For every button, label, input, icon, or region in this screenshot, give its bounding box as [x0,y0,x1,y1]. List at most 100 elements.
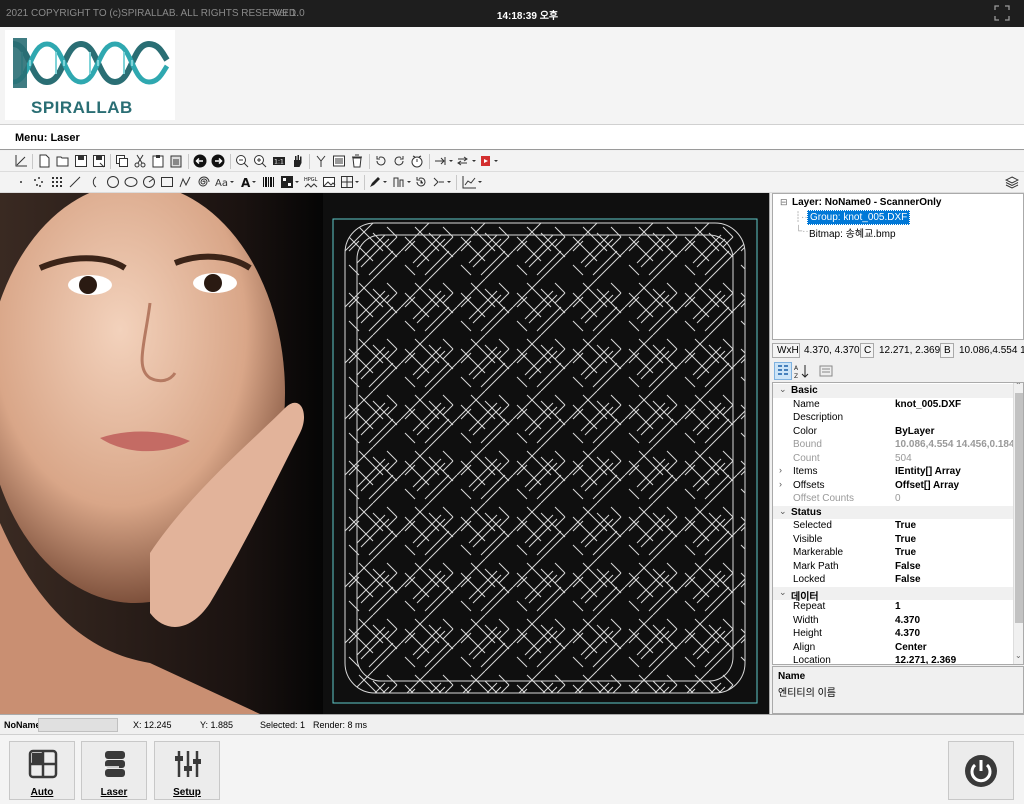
property-scrollbar[interactable]: ⌃ ⌄ [1013,383,1023,664]
scrollbar-thumb[interactable] [1015,393,1023,623]
property-row-location[interactable]: Location 12.271, 2.369 [773,654,1013,664]
auto-button[interactable]: Auto [9,741,75,800]
tree-layer-item[interactable]: Layer: NoName0 - ScannerOnly [792,197,942,208]
zoom-fit-icon[interactable]: 1:1 [272,154,286,168]
save-as-icon[interactable] [92,154,106,168]
setup-button[interactable]: Setup [154,741,220,800]
title-bar: 2021 COPYRIGHT TO (c)SPIRALLAB. ALL RIGH… [0,0,1024,27]
delete-icon[interactable] [350,154,364,168]
property-pages-icon[interactable] [818,363,834,379]
spiral-icon[interactable] [196,175,210,189]
toolbar-separator [456,175,457,190]
drawing-canvas[interactable] [0,193,769,714]
tree-split-icon[interactable] [314,154,328,168]
text-dropdown-icon[interactable]: Aa [214,175,236,189]
list-icon[interactable] [332,154,346,168]
zoom-out-icon[interactable] [235,154,249,168]
trepan-icon[interactable] [142,175,156,189]
pen-dropdown-icon[interactable] [368,175,388,189]
barcode-icon[interactable] [262,175,276,189]
hpgl-icon[interactable]: HPGL [304,175,318,189]
property-row-description[interactable]: Description [773,411,1013,425]
chart-dropdown-icon[interactable] [462,175,484,189]
collapse-arrow-icon[interactable]: ⌄ [779,587,787,598]
c-value: 12.271, 2.369 [879,345,941,356]
points-icon[interactable] [32,175,46,189]
rotate-ccw-icon[interactable] [374,154,388,168]
ellipse-icon[interactable] [124,175,138,189]
save-icon[interactable] [74,154,88,168]
property-row-mark-path[interactable]: Mark Path False [773,560,1013,574]
swap-dropdown-icon[interactable] [457,154,477,168]
property-row-color[interactable]: Color ByLayer [773,425,1013,439]
paste-icon[interactable] [151,154,165,168]
property-row-align[interactable]: Align Center [773,641,1013,655]
svg-text:A: A [794,365,799,372]
property-row-offsets[interactable]: › Offsets Offset[] Array [773,479,1013,493]
fullscreen-icon[interactable] [993,4,1011,22]
font-dropdown-icon[interactable]: A [240,175,258,189]
record-dropdown-icon[interactable] [480,154,500,168]
category-status[interactable]: ⌄ Status [773,505,1013,519]
property-row-name[interactable]: Name knot_005.DXF [773,398,1013,412]
cut-icon[interactable] [133,154,147,168]
raster-icon[interactable] [50,175,64,189]
expand-arrow-icon[interactable]: › [779,465,782,475]
rotate-cw-icon[interactable] [392,154,406,168]
io-dropdown-icon[interactable] [392,175,412,189]
property-row-items[interactable]: › Items IEntity[] Array [773,465,1013,479]
entity-tree[interactable]: ⊟ Layer: NoName0 - ScannerOnly ┊·· Group… [772,193,1024,340]
toolbar-separator [429,154,430,169]
open-folder-icon[interactable] [56,154,70,168]
menu-label: Menu: Laser [15,132,80,144]
collapse-icon[interactable]: ⊟ [780,197,788,208]
property-row-selected[interactable]: Selected True [773,519,1013,533]
collapse-arrow-icon[interactable]: ⌄ [779,384,787,395]
property-grid[interactable]: ⌄ Basic Name knot_005.DXF Description Colo… [772,382,1024,665]
pan-hand-icon[interactable] [290,154,304,168]
power-button[interactable] [948,741,1014,800]
expand-arrow-icon[interactable]: › [779,479,782,489]
scroll-up-icon[interactable]: ⌃ [1015,383,1022,390]
scroll-down-icon[interactable]: ⌄ [1015,651,1022,660]
motor-dropdown-icon[interactable] [432,175,452,189]
line-icon[interactable] [68,175,82,189]
circle-icon[interactable] [106,175,120,189]
redo-icon[interactable] [211,154,225,168]
copy-icon[interactable] [115,154,129,168]
zoom-in-icon[interactable] [253,154,267,168]
property-row-locked[interactable]: Locked False [773,573,1013,587]
polyline-icon[interactable] [178,175,192,189]
sort-az-icon[interactable]: AZ [794,363,810,380]
delay-icon[interactable] [414,175,428,189]
arc-icon[interactable] [86,175,100,189]
property-row-repeat[interactable]: Repeat 1 [773,600,1013,614]
tree-group-item[interactable]: Group: knot_005.DXF [807,210,911,225]
image-icon[interactable] [322,175,336,189]
property-row-visible[interactable]: Visible True [773,533,1013,547]
categorized-icon[interactable] [774,362,792,380]
toolbar-separator [110,154,111,169]
laser-label: Laser [100,787,128,798]
new-file-icon[interactable] [37,154,51,168]
category-data[interactable]: ⌄ 데이터 [773,586,1013,603]
timer-icon[interactable] [410,154,424,168]
collapse-arrow-icon[interactable]: ⌄ [779,506,787,517]
align-dropdown-icon[interactable] [434,154,454,168]
category-basic[interactable]: ⌄ Basic [773,384,1013,398]
property-row-markerable[interactable]: Markerable True [773,546,1013,560]
property-row-height[interactable]: Height 4.370 [773,627,1013,641]
bitmap-image[interactable] [0,193,323,714]
point-icon[interactable] [14,175,28,189]
layers-icon[interactable] [1005,175,1019,189]
property-row-width[interactable]: Width 4.370 [773,614,1013,628]
knot-dxf-group[interactable] [323,193,769,714]
undo-icon[interactable] [193,154,207,168]
tree-bitmap-item[interactable]: Bitmap: 송혜교.bmp [809,225,896,240]
qrcode-dropdown-icon[interactable] [280,175,300,189]
rectangle-icon[interactable] [160,175,174,189]
laser-button[interactable]: Laser [81,741,147,800]
clipboard-icon[interactable] [169,154,183,168]
axis-icon[interactable] [14,154,28,168]
grid-dropdown-icon[interactable] [340,175,360,189]
